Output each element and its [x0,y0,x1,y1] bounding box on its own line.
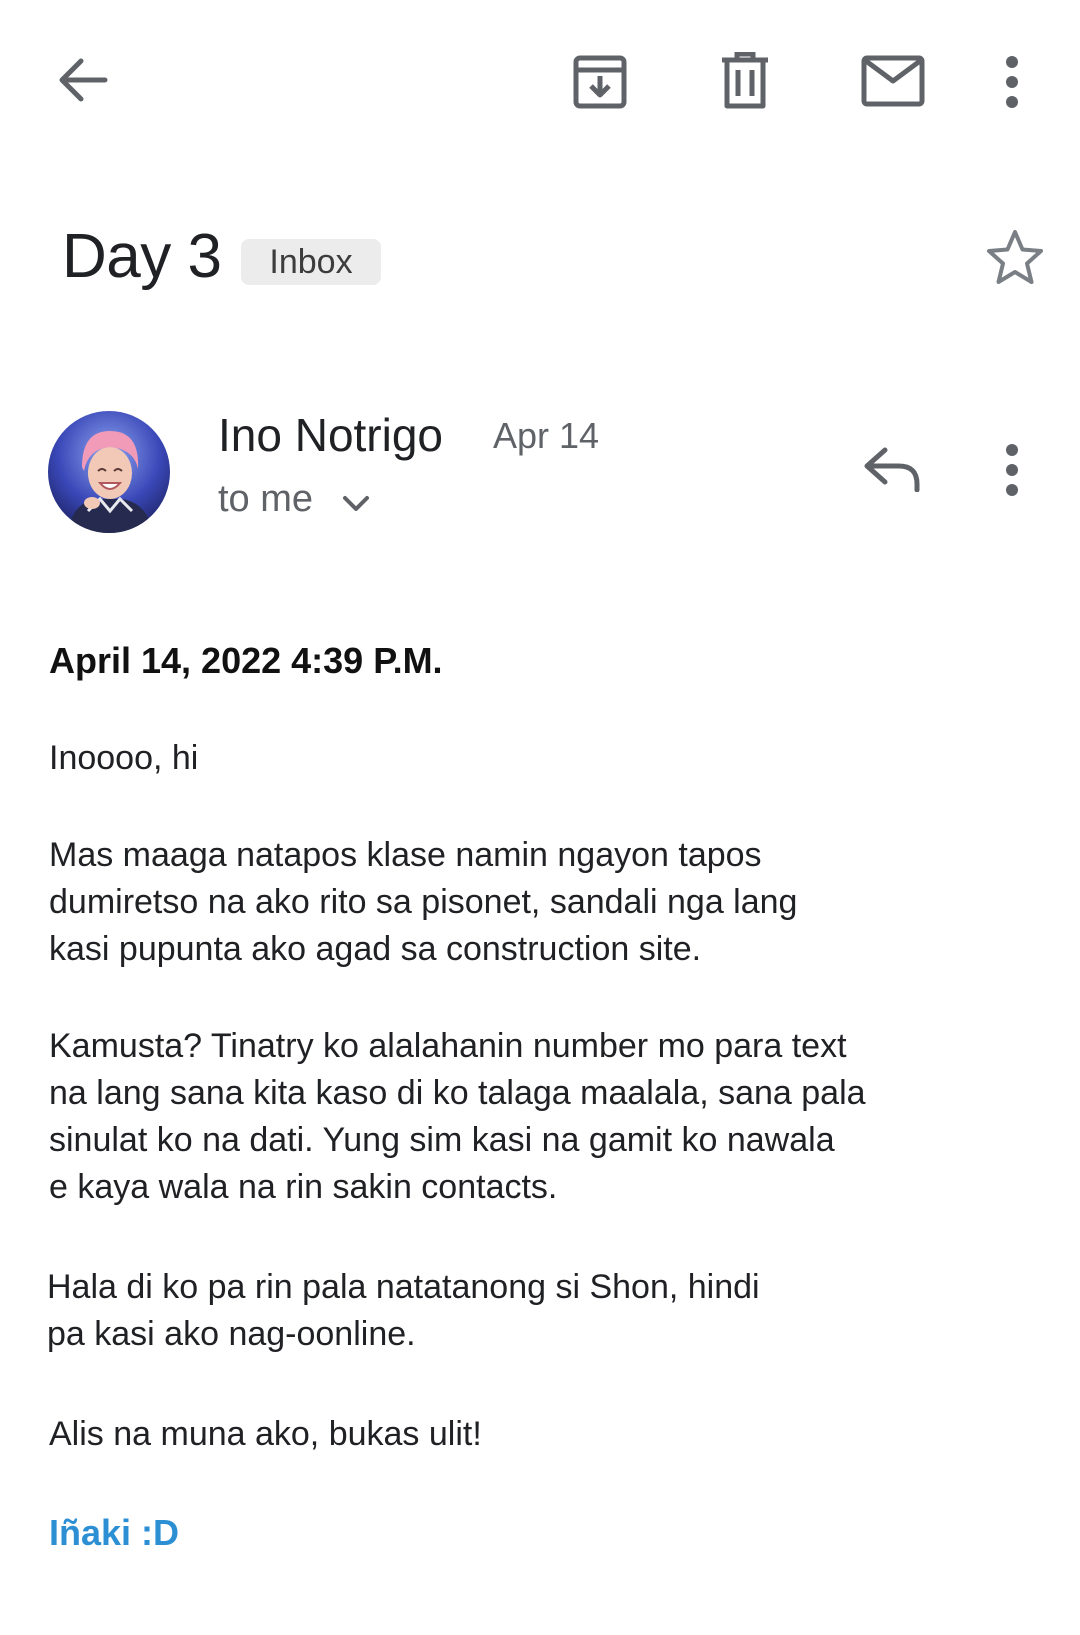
reply-button[interactable] [862,442,922,494]
body-paragraph-2-line-2: na lang sana kita kaso di ko talaga maal… [49,1074,866,1112]
body-paragraph-1-line-3: kasi pupunta ako agad sa construction si… [49,930,702,968]
star-outline-icon [985,228,1045,286]
body-paragraph-3-line-1: Hala di ko pa rin pala natatanong si Sho… [47,1268,760,1306]
body-signature[interactable]: Iñaki :D [49,1510,179,1556]
inbox-label-chip[interactable]: Inbox [241,239,381,285]
envelope-icon [861,55,925,107]
avatar[interactable] [48,411,170,533]
archive-button[interactable] [570,52,630,112]
body-paragraph-2-line-3: sinulat ko na dati. Yung sim kasi na gam… [49,1121,835,1159]
message-more-button[interactable] [1000,440,1024,500]
email-subject: Day 3 [62,222,222,291]
recipient-label: to me [218,478,314,520]
more-vertical-icon [1005,443,1019,497]
body-paragraph-1-line-1: Mas maaga natapos klase namin ngayon tap… [49,836,762,874]
star-button[interactable] [984,226,1046,288]
body-timestamp: April 14, 2022 4:39 P.M. [49,640,443,681]
chevron-down-icon [342,478,370,524]
mark-unread-button[interactable] [860,54,926,108]
recipient-details-toggle[interactable]: to me [218,476,370,524]
sender-name[interactable]: Ino Notrigo [218,408,443,462]
body-paragraph-1-line-2: dumiretso na ako rito sa pisonet, sandal… [49,883,798,921]
more-vertical-icon [1005,55,1019,109]
reply-icon [863,444,921,492]
arrow-left-icon [55,55,109,105]
body-paragraph-2-line-4: e kaya wala na rin sakin contacts. [49,1168,558,1206]
archive-icon [572,54,628,110]
trash-icon [720,52,770,110]
body-paragraph-3-line-2: pa kasi ako nag-oonline. [47,1315,416,1353]
body-paragraph-2-line-1: Kamusta? Tinatry ko alalahanin number mo… [49,1027,847,1065]
delete-button[interactable] [717,50,773,112]
back-button[interactable] [52,52,112,108]
body-closing: Alis na muna ako, bukas ulit! [49,1415,482,1453]
body-greeting: Inoooo, hi [49,739,199,777]
sender-date: Apr 14 [493,415,600,456]
more-options-button[interactable] [1000,52,1024,112]
